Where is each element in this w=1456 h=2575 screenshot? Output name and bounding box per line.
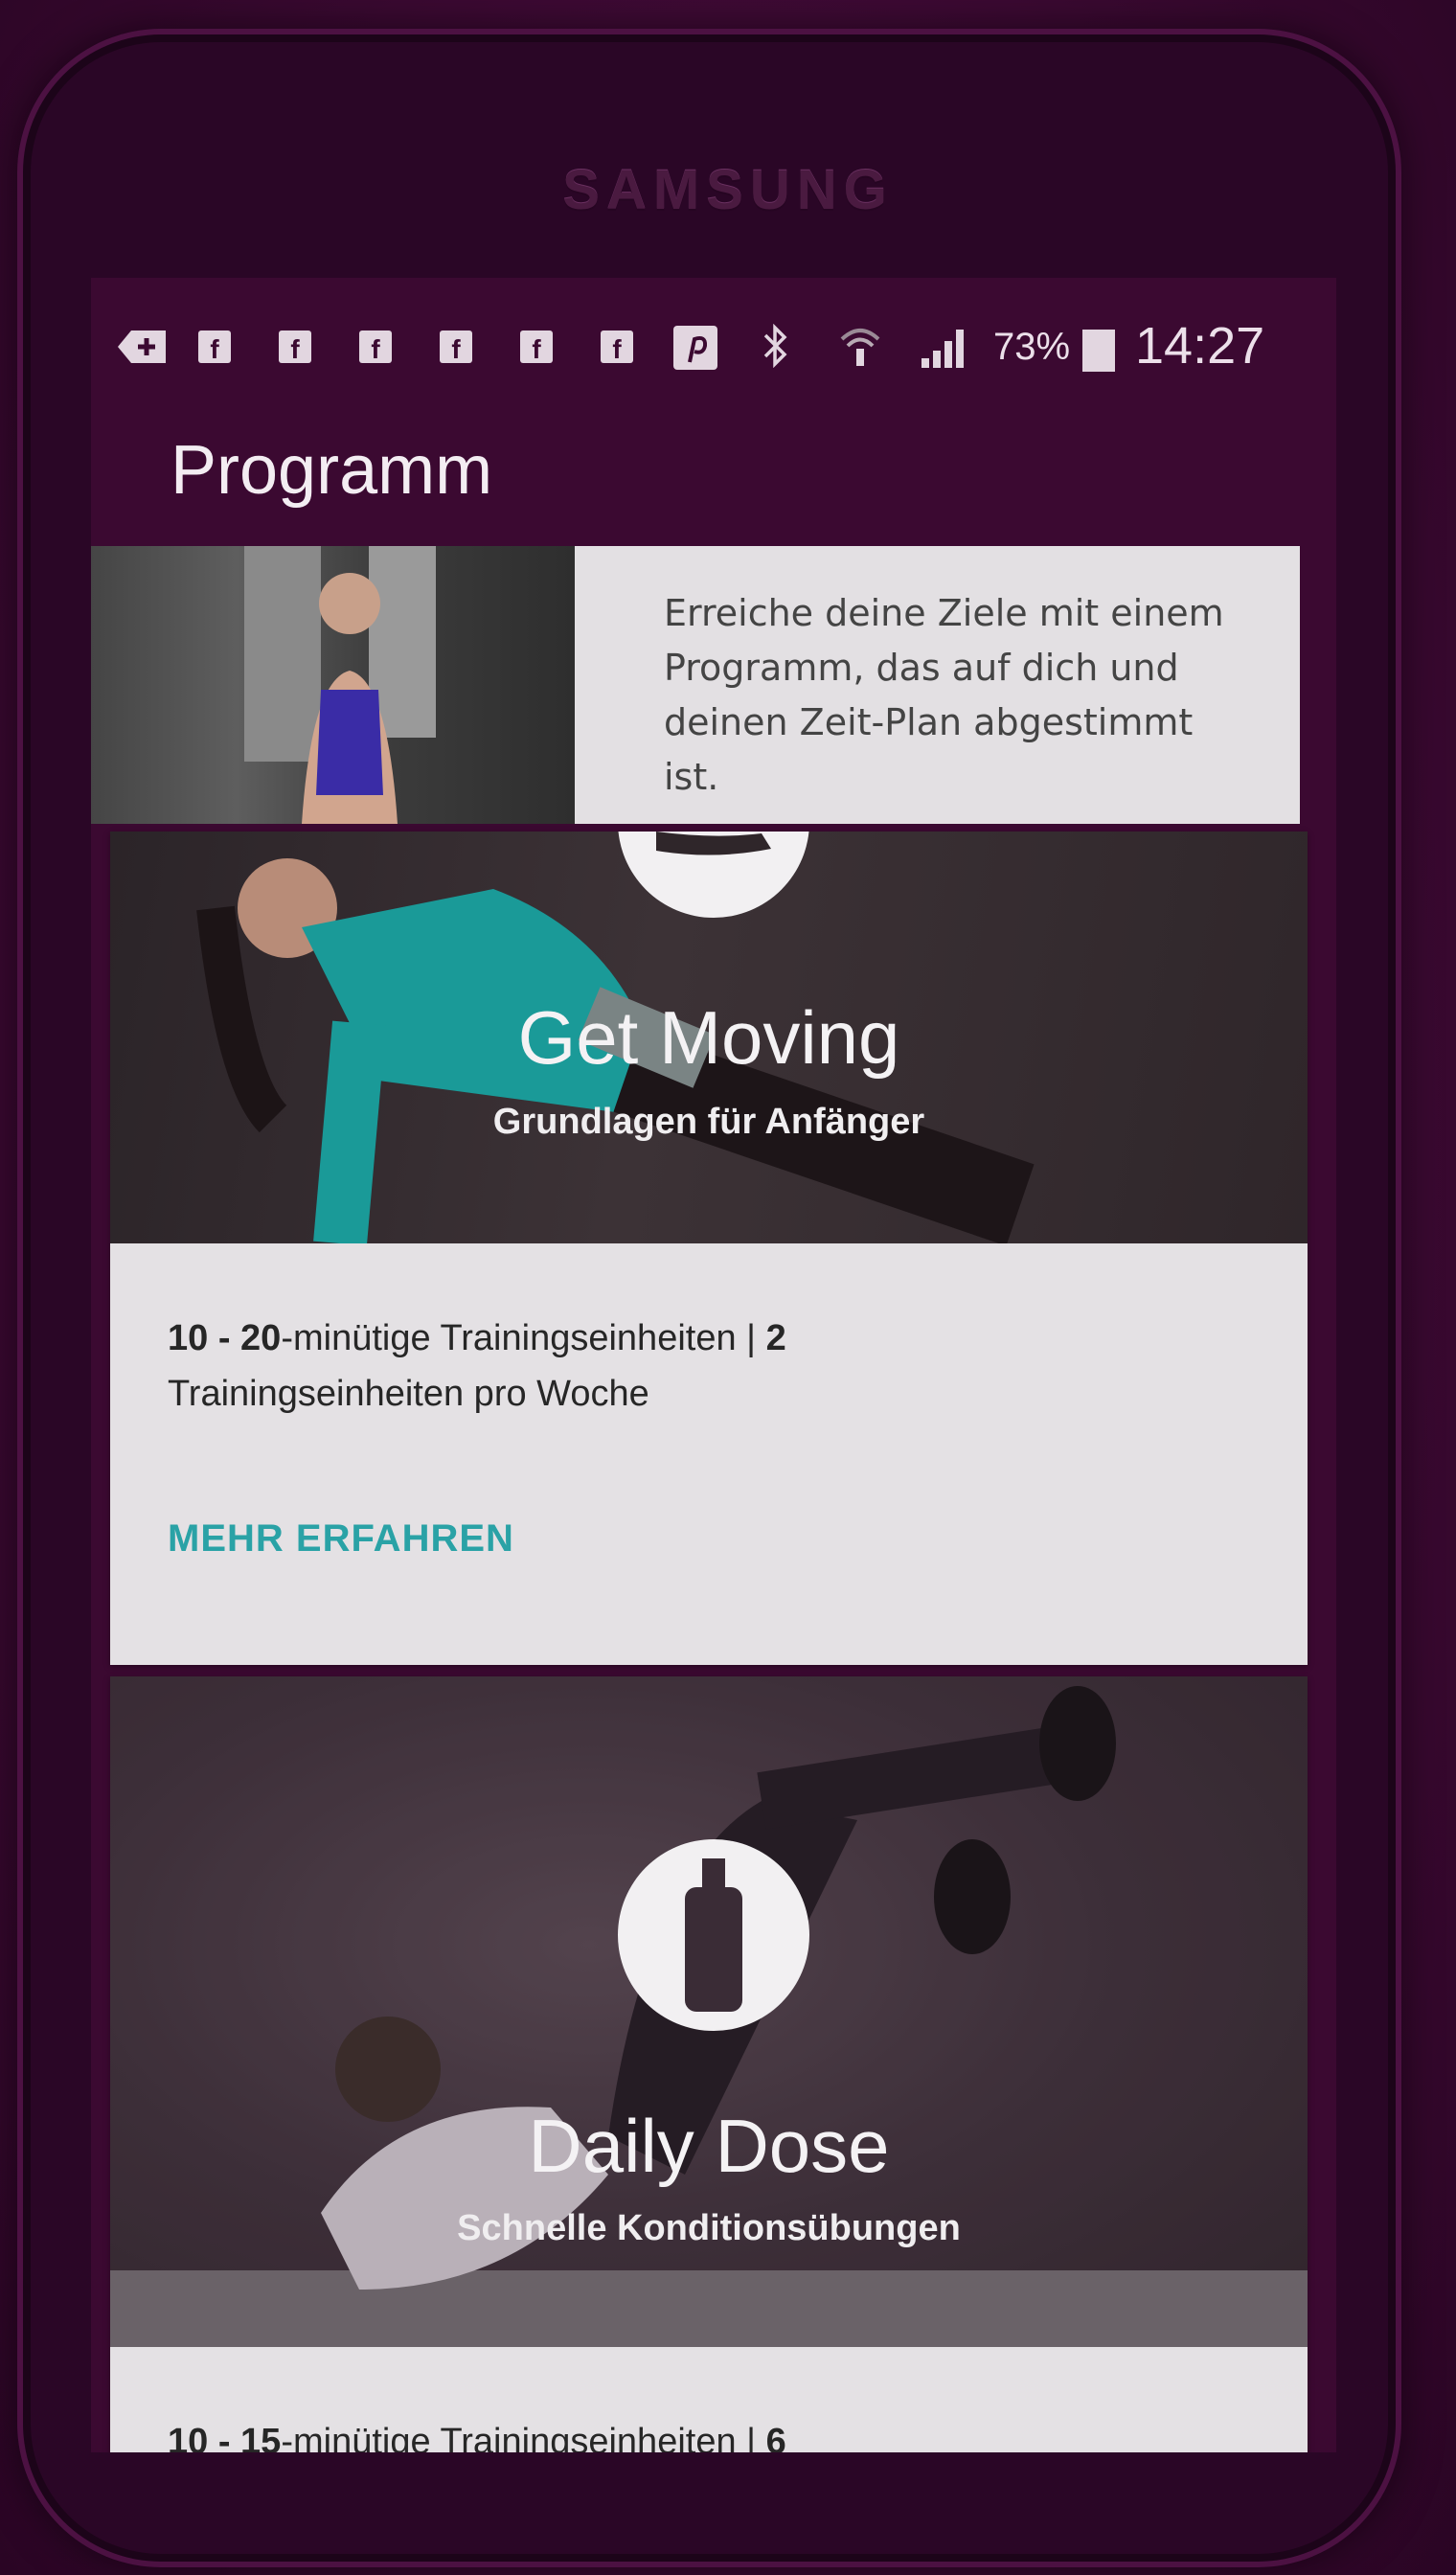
program-card-daily-dose[interactable]: Daily Dose Schnelle Konditionsübungen 10…: [110, 1676, 1308, 2452]
app-screen: f f f f f f 73% 14:27 Programm Erreiche …: [91, 278, 1336, 2452]
program-subtitle: Grundlagen für Anfänger: [492, 1102, 925, 1142]
program-card-get-moving[interactable]: Get Moving Grundlagen für Anfänger 10 - …: [110, 832, 1308, 1665]
learn-more-button[interactable]: MEHR ERFAHREN: [168, 1517, 514, 1561]
add-icon: [118, 330, 166, 363]
bluetooth-icon: [762, 323, 790, 369]
shoe-icon: [656, 832, 771, 855]
program-subtitle: Schnelle Konditionsübungen: [457, 2208, 961, 2248]
water-bottle-icon: [685, 1858, 742, 2012]
program-hero-image: Get Moving Grundlagen für Anfänger: [110, 832, 1308, 1243]
device-brand: SAMSUNG: [562, 159, 894, 221]
clock: 14:27: [1135, 317, 1265, 375]
facebook-icon: f: [601, 330, 633, 363]
shoe-badge: [618, 832, 809, 918]
program-body: 10 - 20-minütige Trainingseinheiten | 2 …: [110, 1243, 1308, 1665]
trainer-photo: [91, 546, 575, 824]
wifi-icon: [838, 324, 882, 368]
page-title: Programm: [171, 432, 493, 509]
pinterest-icon: [673, 326, 717, 370]
program-name: Get Moving: [517, 995, 900, 1080]
facebook-icon: f: [359, 330, 392, 363]
facebook-icon: f: [440, 330, 472, 363]
program-description: 10 - 20-minütige Trainingseinheiten | 2 …: [168, 1318, 786, 1414]
facebook-icon: f: [198, 330, 231, 363]
battery-icon: [1082, 330, 1115, 372]
status-bar: f f f f f f 73% 14:27: [91, 297, 1336, 393]
program-body: 10 - 15-minütige Trainingseinheiten | 6: [110, 2347, 1308, 2452]
battery-percent: 73%: [993, 326, 1071, 368]
facebook-icon: f: [279, 330, 311, 363]
program-name: Daily Dose: [528, 2104, 890, 2188]
intro-card: Erreiche deine Ziele mit einem Programm,…: [91, 546, 1300, 824]
intro-text: Erreiche deine Ziele mit einem Programm,…: [664, 592, 1224, 798]
facebook-icon: f: [520, 330, 553, 363]
program-description: 10 - 15-minütige Trainingseinheiten | 6: [168, 2422, 786, 2452]
water-bottle-badge: [618, 1839, 809, 2031]
program-hero-image: Daily Dose Schnelle Konditionsübungen: [110, 1676, 1308, 2347]
signal-icon: [920, 322, 973, 370]
